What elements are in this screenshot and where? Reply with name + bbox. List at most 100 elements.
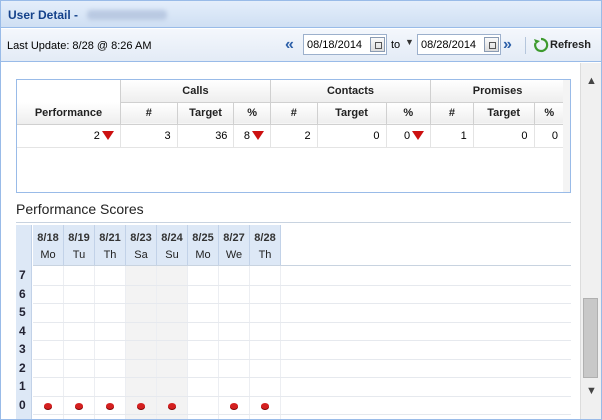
scores-plot-area [33,265,571,419]
col-promises-target: Target [473,102,535,125]
summary-table-panel: Calls Contacts Promises Performance # Ta… [16,79,571,193]
score-point[interactable] [261,402,269,409]
day-column-header: 8/25 Mo [188,225,219,265]
day-date-label: 8/24 [161,232,183,244]
day-date-label: 8/23 [130,232,152,244]
y-axis-label: 2 [19,360,26,375]
y-axis-label: 5 [19,305,26,319]
to-label: to [391,39,401,51]
day-column-header: 8/19 Tu [64,225,95,265]
last-update-label: Last Update: 8/28 @ 8:26 AM [7,40,152,52]
calls-pct-cell: 8 [233,124,271,148]
previous-period-icon[interactable]: « [285,36,301,54]
day-column-header: 8/21 Th [95,225,126,265]
performance-cell: 2 [17,124,121,148]
table-row: 2 3 36 8 2 0 0 1 0 0 [17,124,566,148]
score-point[interactable] [75,402,83,409]
vertical-scrollbar[interactable]: ▲ ▼ [580,63,601,419]
col-promises-pct: % [534,102,566,125]
promises-group-header: Promises [430,80,565,103]
col-performance: Performance [17,102,121,125]
end-date-input[interactable] [418,35,486,54]
user-detail-window: User Detail - Last Update: 8/28 @ 8:26 A… [0,0,602,420]
contacts-count-cell: 2 [270,124,318,148]
scroll-thumb[interactable] [583,298,598,378]
day-date-label: 8/19 [68,232,90,244]
calls-count-cell: 3 [120,124,178,148]
day-column-header: 8/18 Mo [33,225,64,265]
day-weekday-label: Su [165,249,179,261]
day-weekday-label: Sa [134,249,148,261]
performance-scores-title: Performance Scores [16,201,144,217]
window-titlebar: User Detail - [1,1,601,28]
score-point[interactable] [168,402,176,409]
y-axis-label: 4 [19,323,26,338]
performance-scores-grid: 8/18 Mo 8/19 Tu 8/21 Th 8/23 Sa 8/24 Su 8/25 Mo 8/27… [16,225,571,419]
start-calendar-icon[interactable] [370,37,385,52]
grid-row-line [33,303,571,304]
day-date-label: 8/21 [99,232,121,244]
trend-down-icon [412,131,425,141]
calls-pct-value: 8 [243,129,250,142]
y-axis-label: 6 [19,286,26,301]
detail-content: Calls Contacts Promises Performance # Ta… [2,63,579,419]
scroll-up-icon[interactable]: ▲ [586,75,597,87]
y-axis-label: 7 [19,268,26,282]
day-weekday-label: Mo [195,249,211,261]
scroll-down-icon[interactable]: ▼ [586,385,597,397]
range-dropdown-icon[interactable]: ▼ [405,37,414,47]
summary-table: Calls Contacts Promises Performance # Ta… [17,80,566,148]
day-column-header: 8/24 Su [157,225,188,265]
score-point[interactable] [230,402,238,409]
grid-row-line [33,377,571,378]
score-point[interactable] [106,402,114,409]
section-divider [16,222,571,223]
start-date-input[interactable] [304,35,372,54]
day-weekday-label: Th [258,249,272,261]
contacts-target-cell: 0 [317,124,387,148]
calls-group-header: Calls [120,80,271,103]
y-axis-label: 1 [19,379,26,393]
col-calls-count: # [120,102,178,125]
grid-row-line [33,284,571,286]
grid-row-line [33,340,571,341]
y-axis-label: 0 [19,397,26,412]
calls-target-cell: 36 [177,124,235,148]
day-column-header: 8/28 Th [250,225,281,265]
day-weekday-label: Th [103,249,117,261]
trend-down-icon [101,131,114,141]
score-point[interactable] [44,402,52,409]
col-contacts-target: Target [317,102,387,125]
day-date-label: 8/18 [37,232,59,244]
summary-scrollbar[interactable] [563,80,570,192]
contacts-pct-cell: 0 [386,124,432,148]
refresh-icon[interactable] [533,37,549,53]
day-date-label: 8/27 [223,232,245,244]
grid-row-line [33,395,571,397]
y-axis-label: 3 [19,342,26,356]
toolbar-separator [525,37,526,54]
col-contacts-count: # [270,102,318,125]
start-date-field[interactable] [303,34,387,55]
score-point[interactable] [137,402,145,409]
contacts-pct-value: 0 [403,129,411,142]
day-date-label: 8/25 [192,232,214,244]
performance-value: 2 [93,129,100,142]
redacted-user-name [87,10,167,20]
day-weekday-label: Tu [72,249,86,261]
promises-pct-cell: 0 [534,124,566,148]
grid-row-line [33,414,571,415]
contacts-group-header: Contacts [270,80,432,103]
day-column-header: 8/23 Sa [126,225,157,265]
grid-row-line [33,358,571,360]
col-calls-pct: % [233,102,271,125]
next-period-icon[interactable]: » [503,36,519,54]
end-calendar-icon[interactable] [484,37,499,52]
day-date-label: 8/28 [254,232,276,244]
empty-header-cell [17,80,121,102]
end-date-field[interactable] [417,34,501,55]
day-weekday-label: Mo [40,249,56,261]
promises-count-cell: 1 [430,124,474,148]
refresh-button[interactable]: Refresh [550,39,591,51]
trend-down-icon [251,131,264,141]
